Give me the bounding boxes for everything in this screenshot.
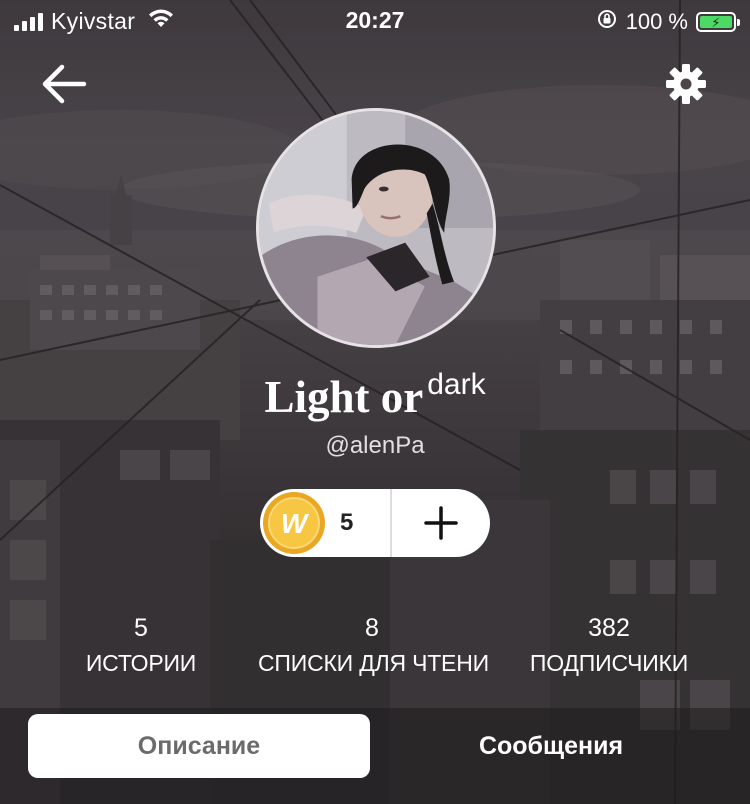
profile-name-main: Light or <box>264 372 424 422</box>
tab-description[interactable]: Описание <box>28 714 370 778</box>
profile-screen: Kyivstar 20:27 100 % ⚡ Light or dark @al… <box>0 0 750 804</box>
battery-fill: ⚡ <box>700 16 732 29</box>
arrow-left-icon <box>42 64 87 104</box>
plus-icon <box>424 506 458 540</box>
profile-name-superscript: dark <box>427 368 486 401</box>
profile-handle: @alenPa <box>325 432 425 459</box>
profile-avatar[interactable] <box>256 108 496 348</box>
status-right: 100 % ⚡ <box>596 8 740 36</box>
back-button[interactable] <box>40 62 88 106</box>
status-bar: Kyivstar 20:27 100 % ⚡ <box>0 0 750 40</box>
coin-letter: W <box>281 508 310 539</box>
profile-name: Light or dark <box>0 368 750 423</box>
stat-stories-label: ИСТОРИИ <box>85 650 197 676</box>
coin-count: 5 <box>340 509 354 536</box>
stat-stories[interactable]: 5 ИСТОРИИ <box>70 612 212 677</box>
buy-coins-button[interactable] <box>392 489 490 557</box>
orientation-lock-icon <box>596 8 618 36</box>
battery-percent: 100 % <box>625 9 688 34</box>
stat-reading-lists[interactable]: 8 СПИСКИ ДЛЯ ЧТЕНИ <box>252 612 492 677</box>
coin-icon[interactable]: W <box>262 491 326 555</box>
gear-icon <box>666 64 706 104</box>
tab-messages[interactable]: Сообщения <box>380 714 722 778</box>
stat-followers[interactable]: 382 ПОДПИСЧИКИ <box>516 612 702 677</box>
stat-followers-value: 382 <box>588 614 630 642</box>
profile-tabs: Описание Сообщения <box>0 708 750 804</box>
coins-pill: W 5 <box>260 489 490 557</box>
battery-icon: ⚡ <box>696 12 740 32</box>
avatar-photo <box>259 111 493 345</box>
profile-stats: 5 ИСТОРИИ 8 СПИСКИ ДЛЯ ЧТЕНИ 382 ПОДПИСЧ… <box>0 612 750 682</box>
stat-followers-label: ПОДПИСЧИКИ <box>529 650 689 676</box>
settings-button[interactable] <box>664 62 708 106</box>
stat-reading-lists-label: СПИСКИ ДЛЯ ЧТЕНИ <box>258 650 489 676</box>
stat-reading-lists-value: 8 <box>365 614 379 642</box>
stat-stories-value: 5 <box>134 614 148 642</box>
